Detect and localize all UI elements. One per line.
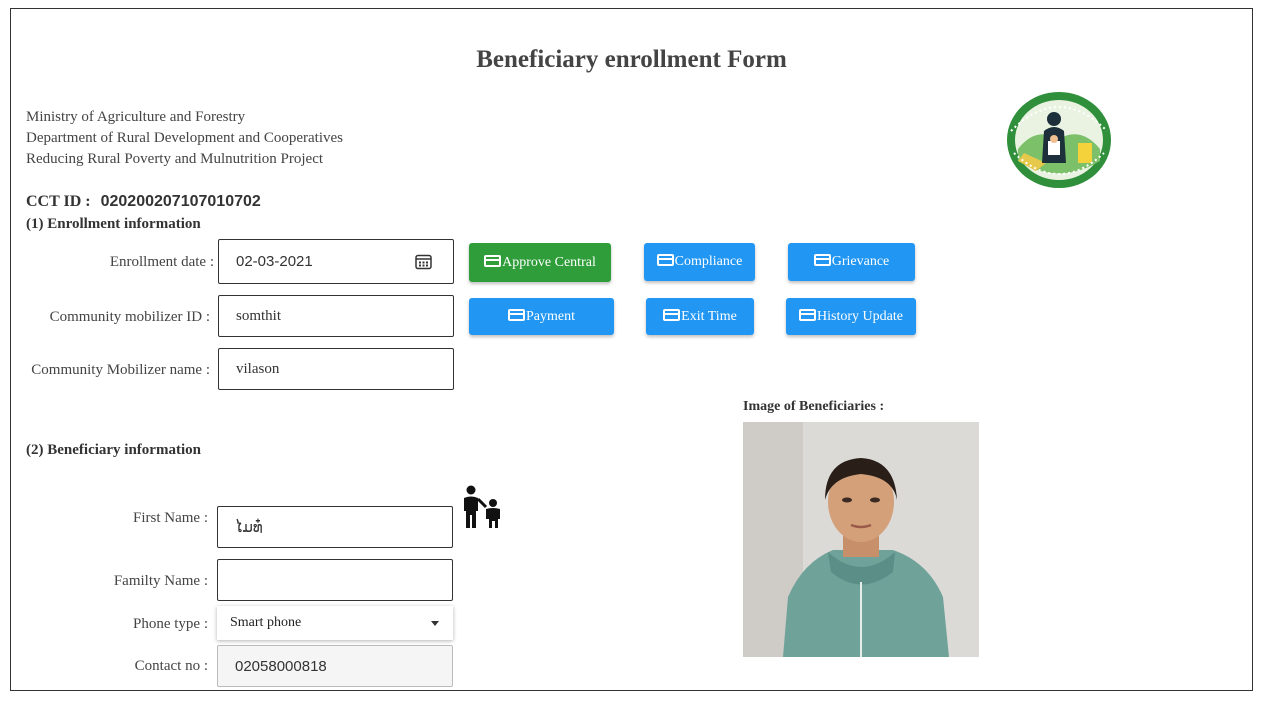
enrollment-date-input[interactable]: 02-03-2021: [218, 239, 454, 284]
org-line-department: Department of Rural Development and Coop…: [26, 130, 343, 146]
first-name-label: First Name :: [133, 510, 208, 526]
cct-id-value: 020200207107010702: [100, 193, 261, 210]
cct-id: CCT ID : 020200207107010702: [26, 193, 261, 211]
section-beneficiary-heading: (2) Beneficiary information: [26, 442, 201, 458]
parent-child-icon[interactable]: [462, 485, 502, 535]
grievance-button[interactable]: Grievance: [788, 243, 915, 281]
mobilizer-id-input[interactable]: somthit: [218, 295, 454, 337]
history-update-button[interactable]: History Update: [786, 298, 916, 335]
phone-type-label: Phone type :: [133, 616, 208, 632]
mobilizer-id-value: somthit: [236, 307, 282, 324]
credit-card-icon: [508, 308, 525, 321]
first-name-value: ໄມທ໋: [235, 519, 263, 536]
page-title: Beneficiary enrollment Form: [476, 46, 787, 73]
org-line-project: Reducing Rural Poverty and Mulnutrition …: [26, 151, 324, 167]
mobilizer-id-label: Community mobilizer ID :: [49, 309, 210, 325]
beneficiary-image-label: Image of Beneficiaries :: [743, 399, 885, 414]
caret-down-icon: [431, 621, 439, 626]
phone-type-select[interactable]: Smart phone: [217, 606, 453, 640]
contact-no-input[interactable]: 02058000818: [217, 645, 453, 687]
family-name-label: Familty Name :: [113, 573, 208, 589]
cct-id-label: CCT ID :: [26, 193, 91, 210]
approve-central-button[interactable]: Approve Central: [469, 243, 611, 282]
credit-card-icon: [663, 308, 681, 321]
contact-no-label: Contact no :: [134, 658, 208, 674]
first-name-input[interactable]: ໄມທ໋: [217, 506, 453, 548]
phone-type-value: Smart phone: [230, 615, 302, 630]
section-enrollment-heading: (1) Enrollment information: [26, 216, 201, 232]
project-logo: [1006, 91, 1112, 189]
mobilizer-name-label: Community Mobilizer name :: [31, 362, 210, 378]
mobilizer-name-value: vilason: [236, 360, 280, 377]
calendar-icon[interactable]: [415, 253, 432, 274]
credit-card-icon: [484, 254, 502, 267]
credit-card-icon: [813, 254, 831, 266]
enrollment-date-value: 02-03-2021: [236, 253, 313, 270]
credit-card-icon: [799, 308, 817, 321]
exit-time-button[interactable]: Exit Time: [646, 298, 754, 335]
org-line-ministry: Ministry of Agriculture and Forestry: [26, 109, 246, 125]
beneficiary-photo: [743, 422, 979, 657]
mobilizer-name-input[interactable]: vilason: [218, 348, 454, 390]
enrollment-date-label: Enrollment date :: [109, 254, 214, 270]
contact-no-value: 02058000818: [235, 657, 327, 675]
compliance-button[interactable]: Compliance: [644, 243, 755, 281]
family-name-input[interactable]: [217, 559, 453, 601]
payment-button[interactable]: Payment: [469, 298, 614, 335]
credit-card-icon: [656, 254, 674, 266]
